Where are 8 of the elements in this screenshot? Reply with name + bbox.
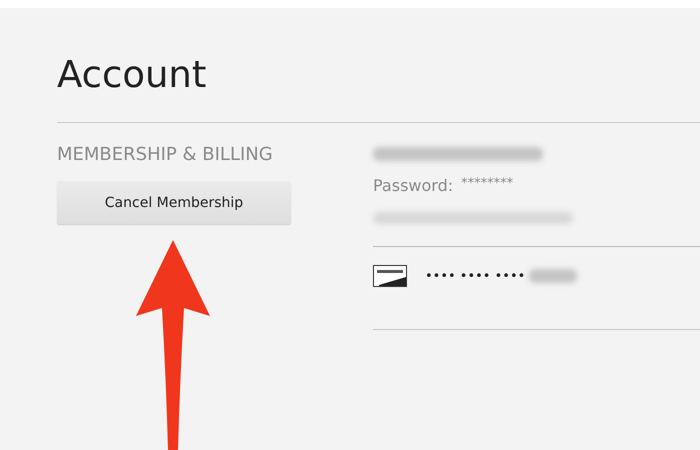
credit-card-icon [373, 265, 407, 287]
card-number: •••• •••• •••• [425, 268, 526, 284]
section-heading: MEMBERSHIP & BILLING [57, 143, 274, 167]
cancel-membership-button[interactable]: Cancel Membership [57, 181, 291, 224]
password-value: ******** [461, 176, 514, 193]
password-label: Password: [373, 176, 454, 195]
page-title: Account [57, 52, 208, 98]
blurred-card-digits [529, 269, 578, 283]
